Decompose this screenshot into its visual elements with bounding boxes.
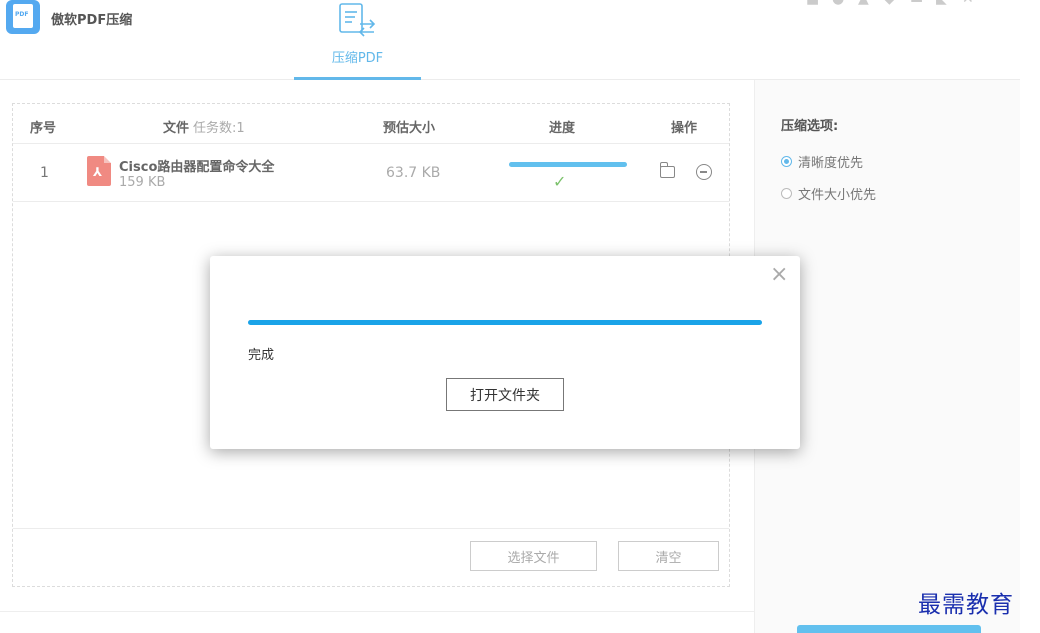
table-header: 序号 文件 任务数:1 预估大小 进度 操作 xyxy=(13,104,729,144)
app-logo: PDF xyxy=(6,0,40,34)
option-size[interactable]: 文件大小优先 xyxy=(781,184,876,203)
restore-icon[interactable]: ◣ xyxy=(936,0,950,6)
header-task-count: 任务数:1 xyxy=(193,121,245,136)
progress-dialog: × 完成 打开文件夹 xyxy=(210,256,800,449)
estimated-size: 63.7 KB xyxy=(386,165,441,181)
file-size: 159 KB xyxy=(119,175,166,190)
option-size-label: 文件大小优先 xyxy=(798,188,877,203)
user-icon[interactable]: ● xyxy=(832,0,846,6)
header-progress: 进度 xyxy=(549,121,576,136)
radio-selected-icon[interactable] xyxy=(781,156,792,167)
app-title: 傲软PDF压缩 xyxy=(51,13,133,28)
app-header: PDF 傲软PDF压缩 ■ ● ▲ ◆ ▬ ◣ ✕ 压缩PDF xyxy=(0,0,1020,80)
header-actions: 操作 xyxy=(671,121,698,136)
folder-icon[interactable] xyxy=(660,162,675,178)
heart-icon[interactable]: ◆ xyxy=(884,0,898,6)
table-row: 1 ⅄ Cisco路由器配置命令大全 159 KB 63.7 KB ✓ xyxy=(13,145,729,202)
options-title: 压缩选项: xyxy=(781,119,839,134)
watermark: 最需教育 xyxy=(918,592,1014,618)
tab-active-indicator xyxy=(294,77,421,80)
tab-label: 压缩PDF xyxy=(331,51,384,66)
pdf-file-icon: ⅄ xyxy=(87,156,111,186)
start-compress-button[interactable] xyxy=(797,625,981,633)
dialog-progress-fill xyxy=(248,320,762,325)
check-icon: ✓ xyxy=(553,172,567,191)
row-progress-fill xyxy=(509,162,627,167)
table-footer-divider xyxy=(13,528,729,529)
close-icon[interactable]: ✕ xyxy=(962,0,976,6)
header-file-label: 文件 xyxy=(163,121,190,136)
row-progress-bar xyxy=(509,162,627,167)
bottom-divider xyxy=(0,611,754,612)
file-name: Cisco路由器配置命令大全 xyxy=(119,160,275,175)
option-clarity-label: 清晰度优先 xyxy=(798,156,864,171)
select-file-button[interactable]: 选择文件 xyxy=(470,541,597,571)
bell-icon[interactable]: ▲ xyxy=(858,0,872,6)
compress-doc-icon xyxy=(339,3,376,37)
row-index: 1 xyxy=(40,165,49,181)
radio-unselected-icon[interactable] xyxy=(781,188,792,199)
window-controls: ■ ● ▲ ◆ ▬ ◣ ✕ xyxy=(806,0,976,6)
option-clarity[interactable]: 清晰度优先 xyxy=(781,152,863,171)
header-index: 序号 xyxy=(30,121,57,136)
minimize-icon[interactable]: ▬ xyxy=(910,0,924,6)
remove-icon[interactable] xyxy=(696,164,712,180)
dialog-progress-bar xyxy=(248,320,762,325)
dialog-status: 完成 xyxy=(248,348,275,363)
header-file: 文件 任务数:1 xyxy=(163,117,245,136)
header-estimated-size: 预估大小 xyxy=(383,121,436,136)
tab-compress-pdf[interactable]: 压缩PDF xyxy=(294,0,421,80)
clear-button[interactable]: 清空 xyxy=(618,541,719,571)
open-folder-button[interactable]: 打开文件夹 xyxy=(446,378,564,411)
app-logo-text: PDF xyxy=(15,11,29,18)
cart-icon[interactable]: ■ xyxy=(806,0,820,6)
dialog-close-icon[interactable]: × xyxy=(770,264,788,286)
